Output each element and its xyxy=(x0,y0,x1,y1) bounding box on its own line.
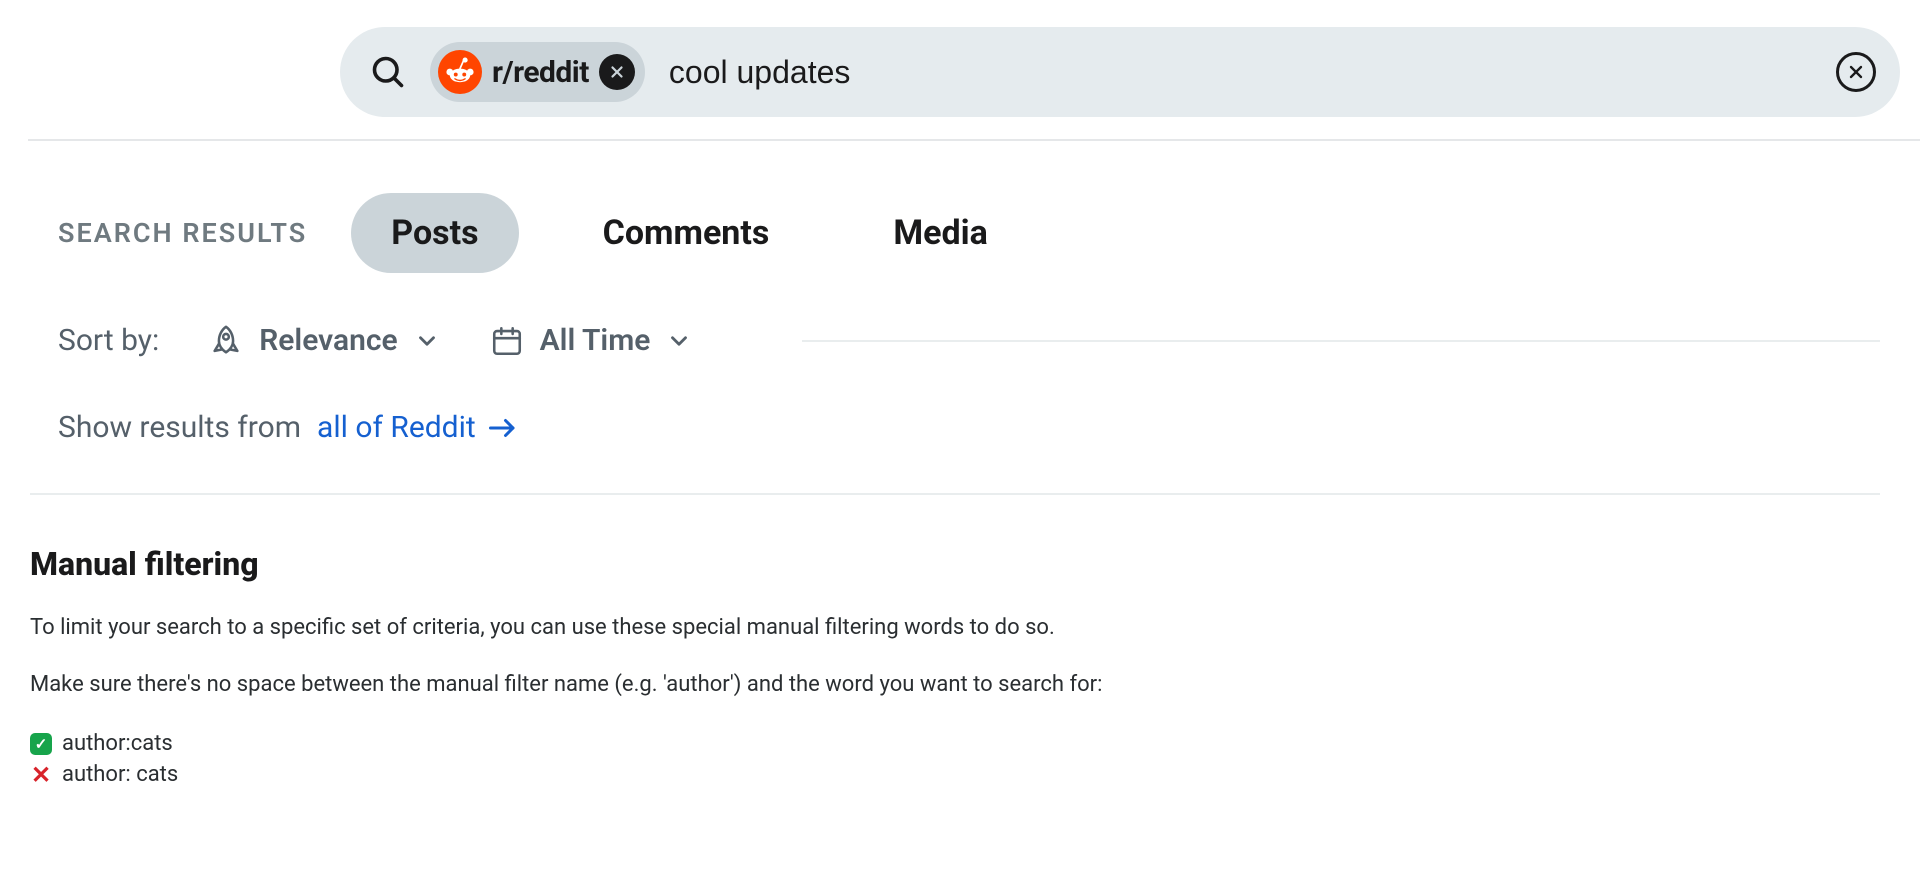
scope-clear-icon[interactable] xyxy=(599,54,635,90)
divider xyxy=(802,340,1880,342)
tab-posts[interactable]: Posts xyxy=(351,193,518,273)
search-input[interactable] xyxy=(669,54,1812,91)
section-paragraph: To limit your search to a specific set o… xyxy=(30,615,1880,640)
examples-list: ✓ author:cats ✕ author: cats xyxy=(30,731,1880,787)
arrow-right-icon xyxy=(488,417,518,439)
header: r/reddit xyxy=(0,0,1920,117)
example-bad: ✕ author: cats xyxy=(30,762,1880,787)
example-good: ✓ author:cats xyxy=(30,731,1880,756)
search-clear-button[interactable] xyxy=(1836,52,1876,92)
example-text: author: cats xyxy=(62,762,178,787)
results-caption: SEARCH RESULTS xyxy=(58,217,307,249)
reddit-avatar-icon xyxy=(438,50,482,94)
section-paragraph: Make sure there's no space between the m… xyxy=(30,672,1880,697)
sort-time-value: All Time xyxy=(540,323,651,358)
sort-value: Relevance xyxy=(259,323,397,358)
divider xyxy=(28,139,1920,141)
main-content: SEARCH RESULTS Posts Comments Media Sort… xyxy=(0,193,1920,787)
check-icon: ✓ xyxy=(30,733,52,755)
example-text: author:cats xyxy=(62,731,173,756)
sort-relevance-dropdown[interactable]: Relevance xyxy=(209,323,439,358)
sort-label: Sort by: xyxy=(58,323,159,358)
sort-row: Sort by: Relevance All Time xyxy=(58,323,1880,358)
calendar-icon xyxy=(490,324,524,358)
expand-scope-row: Show results from all of Reddit xyxy=(58,410,1880,445)
rocket-icon xyxy=(209,324,243,358)
all-of-reddit-link[interactable]: all of Reddit xyxy=(317,410,476,445)
search-icon xyxy=(370,54,406,90)
expand-scope-prefix: Show results from xyxy=(58,410,301,445)
search-scope-label: r/reddit xyxy=(492,55,589,90)
chevron-down-icon xyxy=(414,328,440,354)
tab-comments[interactable]: Comments xyxy=(563,193,810,273)
search-scope-chip[interactable]: r/reddit xyxy=(430,42,645,102)
divider xyxy=(30,493,1880,495)
sort-time-dropdown[interactable]: All Time xyxy=(490,323,693,358)
manual-filtering-section: Manual filtering To limit your search to… xyxy=(30,545,1880,787)
cross-icon: ✕ xyxy=(30,763,52,787)
tab-media[interactable]: Media xyxy=(853,193,1027,273)
section-heading: Manual filtering xyxy=(30,545,1880,583)
chevron-down-icon xyxy=(666,328,692,354)
result-tabs: SEARCH RESULTS Posts Comments Media xyxy=(58,193,1880,273)
search-bar[interactable]: r/reddit xyxy=(340,27,1900,117)
